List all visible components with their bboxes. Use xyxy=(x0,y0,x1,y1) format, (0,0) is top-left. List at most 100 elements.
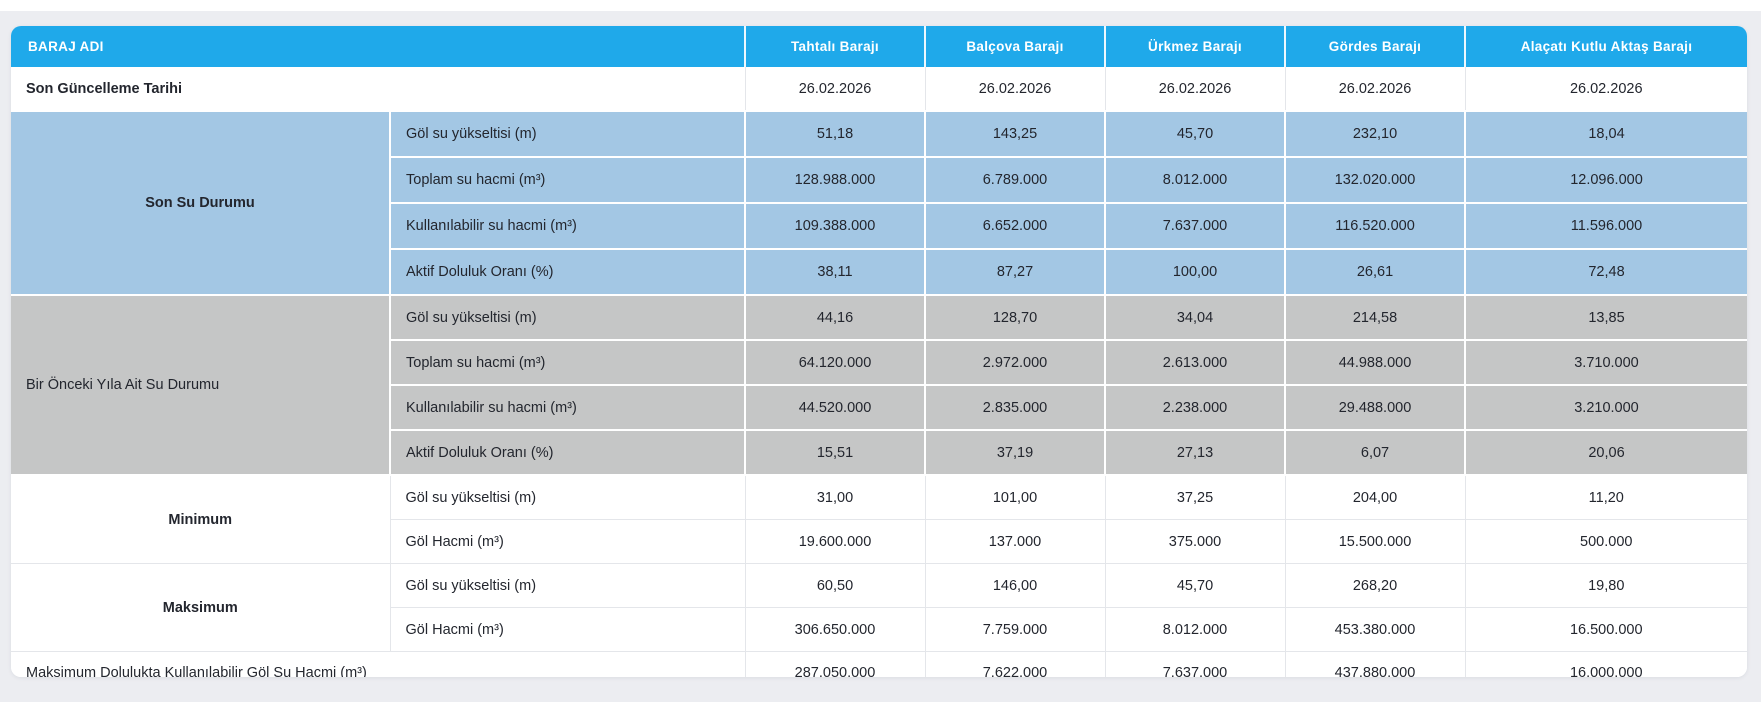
footer-value: 437.880.000 xyxy=(1284,651,1466,677)
footer-row: Maksimum Dolulukta Kullanılabilir Göl Su… xyxy=(11,651,1747,677)
update-date-value: 26.02.2026 xyxy=(1464,67,1747,112)
cell-value: 3.210.000 xyxy=(1464,384,1747,431)
metric-label: Aktif Doluluk Oranı (%) xyxy=(390,248,746,296)
cell-value: 15,51 xyxy=(744,429,926,476)
metric-label: Göl Hacmi (m³) xyxy=(390,519,746,564)
table-header-row: BARAJ ADI Tahtalı Barajı Balçova Barajı … xyxy=(11,26,1747,67)
dam-status-card: BARAJ ADI Tahtalı Barajı Balçova Barajı … xyxy=(11,26,1747,677)
cell-value: 109.388.000 xyxy=(744,202,926,250)
footer-value: 7.637.000 xyxy=(1104,651,1286,677)
footer-value: 16.000.000 xyxy=(1464,651,1747,677)
cell-value: 37,25 xyxy=(1104,474,1286,520)
cell-value: 29.488.000 xyxy=(1284,384,1466,431)
footer-label: Maksimum Dolulukta Kullanılabilir Göl Su… xyxy=(11,651,746,677)
cell-value: 6.789.000 xyxy=(924,156,1106,204)
section-label: Maksimum xyxy=(11,563,391,652)
metric-label: Göl su yükseltisi (m) xyxy=(389,294,746,341)
cell-value: 268,20 xyxy=(1284,563,1466,608)
table-row: Minimum Göl su yükseltisi (m) 31,00 101,00 3… xyxy=(11,474,1747,564)
cell-value: 26,61 xyxy=(1284,248,1466,296)
cell-value: 306.650.000 xyxy=(744,607,926,652)
cell-value: 64.120.000 xyxy=(744,339,926,386)
section-label: Bir Önceki Yıla Ait Su Durumu xyxy=(11,294,391,476)
cell-value: 204,00 xyxy=(1284,474,1466,520)
cell-value: 143,25 xyxy=(924,110,1106,158)
cell-value: 19,80 xyxy=(1464,563,1747,608)
cell-value: 20,06 xyxy=(1464,429,1747,476)
cell-value: 6.652.000 xyxy=(924,202,1106,250)
column-header-dam: Balçova Barajı xyxy=(925,26,1106,67)
update-date-value: 26.02.2026 xyxy=(924,67,1106,112)
cell-value: 2.972.000 xyxy=(924,339,1106,386)
metric-label: Kullanılabilir su hacmi (m³) xyxy=(390,384,746,431)
cell-value: 18,04 xyxy=(1464,110,1747,158)
cell-value: 2.238.000 xyxy=(1104,384,1286,431)
table-row: Bir Önceki Yıla Ait Su Durumu Göl su yüks… xyxy=(11,294,1747,476)
cell-value: 3.710.000 xyxy=(1464,339,1747,386)
cell-value: 15.500.000 xyxy=(1284,519,1466,564)
cell-value: 44.988.000 xyxy=(1284,339,1466,386)
cell-value: 8.012.000 xyxy=(1104,156,1286,204)
page: { "page": { "background": "#ecedf1", "to… xyxy=(0,0,1761,702)
cell-value: 11.596.000 xyxy=(1464,202,1747,250)
cell-value: 232,10 xyxy=(1284,110,1466,158)
cell-value: 6,07 xyxy=(1284,429,1466,476)
column-header-dam: Alaçatı Kutlu Aktaş Barajı xyxy=(1465,26,1747,67)
column-header-baraj-adi: BARAJ ADI xyxy=(11,26,746,67)
cell-value: 100,00 xyxy=(1104,248,1286,296)
update-date-value: 26.02.2026 xyxy=(1284,67,1466,112)
cell-value: 11,20 xyxy=(1464,474,1747,520)
section-label: Son Su Durumu xyxy=(11,110,391,296)
cell-value: 44.520.000 xyxy=(744,384,926,431)
metric-label: Toplam su hacmi (m³) xyxy=(390,339,746,386)
metric-label: Göl Hacmi (m³) xyxy=(390,607,746,652)
table-row: Son Su Durumu Göl su yükseltisi (m) 51,18 1… xyxy=(11,110,1747,296)
footer-value: 7.622.000 xyxy=(924,651,1106,677)
metric-label: Göl su yükseltisi (m) xyxy=(389,110,746,158)
cell-value: 16.500.000 xyxy=(1464,607,1747,652)
cell-value: 38,11 xyxy=(744,248,926,296)
metric-label: Aktif Doluluk Oranı (%) xyxy=(390,429,746,476)
cell-value: 128.988.000 xyxy=(744,156,926,204)
update-date-label: Son Güncelleme Tarihi xyxy=(11,67,746,112)
cell-value: 2.613.000 xyxy=(1104,339,1286,386)
cell-value: 101,00 xyxy=(924,474,1106,520)
cell-value: 19.600.000 xyxy=(744,519,926,564)
cell-value: 500.000 xyxy=(1464,519,1747,564)
top-white-strip xyxy=(0,0,1761,11)
metric-label: Göl su yükseltisi (m) xyxy=(389,474,746,520)
dam-status-table: BARAJ ADI Tahtalı Barajı Balçova Barajı … xyxy=(11,26,1747,677)
column-header-dam: Tahtalı Barajı xyxy=(745,26,926,67)
cell-value: 7.759.000 xyxy=(924,607,1106,652)
cell-value: 37,19 xyxy=(924,429,1106,476)
column-header-dam: Gördes Barajı xyxy=(1285,26,1466,67)
column-header-dam: Ürkmez Barajı xyxy=(1105,26,1286,67)
metric-label: Toplam su hacmi (m³) xyxy=(390,156,746,204)
cell-value: 375.000 xyxy=(1104,519,1286,564)
table-row: Maksimum Göl su yükseltisi (m) 60,50 146,00… xyxy=(11,563,1747,652)
cell-value: 27,13 xyxy=(1104,429,1286,476)
cell-value: 2.835.000 xyxy=(924,384,1106,431)
cell-value: 116.520.000 xyxy=(1284,202,1466,250)
cell-value: 132.020.000 xyxy=(1284,156,1466,204)
cell-value: 12.096.000 xyxy=(1464,156,1747,204)
cell-value: 146,00 xyxy=(924,563,1106,608)
metric-label: Göl su yükseltisi (m) xyxy=(389,563,746,608)
cell-value: 13,85 xyxy=(1464,294,1747,341)
cell-value: 45,70 xyxy=(1104,110,1286,158)
update-date-row: Son Güncelleme Tarihi 26.02.2026 26.02.202… xyxy=(11,67,1747,112)
cell-value: 87,27 xyxy=(924,248,1106,296)
cell-value: 128,70 xyxy=(924,294,1106,341)
update-date-value: 26.02.2026 xyxy=(1104,67,1286,112)
cell-value: 214,58 xyxy=(1284,294,1466,341)
cell-value: 31,00 xyxy=(744,474,926,520)
section-label: Minimum xyxy=(11,474,391,564)
cell-value: 34,04 xyxy=(1104,294,1286,341)
metric-label: Kullanılabilir su hacmi (m³) xyxy=(390,202,746,250)
update-date-value: 26.02.2026 xyxy=(744,67,926,112)
footer-value: 287.050.000 xyxy=(744,651,926,677)
cell-value: 72,48 xyxy=(1464,248,1747,296)
cell-value: 60,50 xyxy=(744,563,926,608)
cell-value: 44,16 xyxy=(744,294,926,341)
cell-value: 51,18 xyxy=(744,110,926,158)
